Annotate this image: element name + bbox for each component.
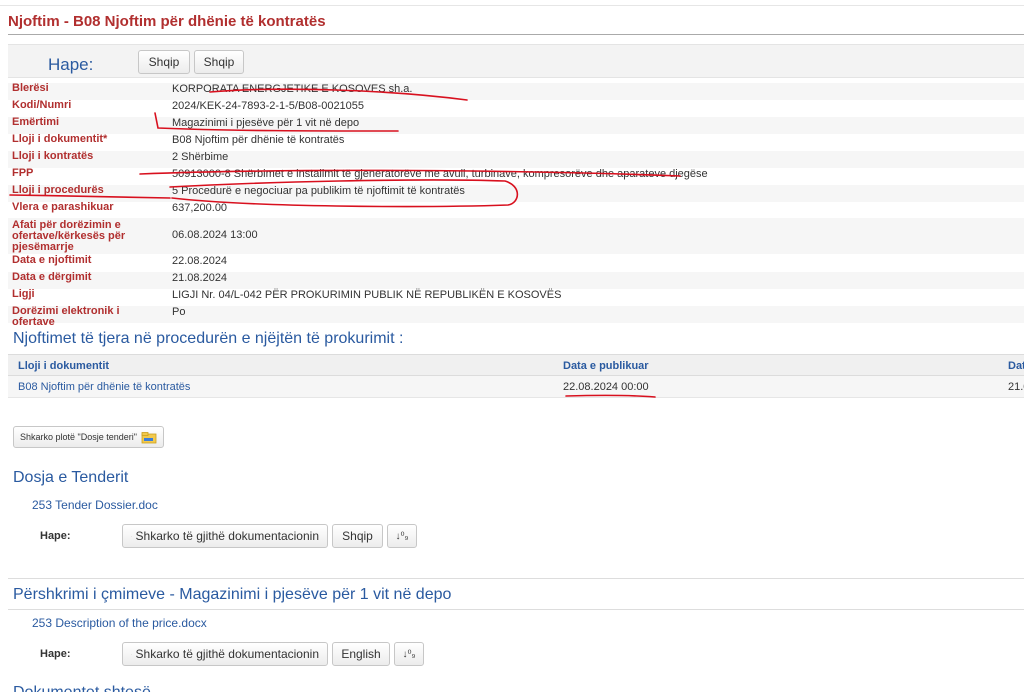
detail-value: 06.08.2024 13:00 bbox=[172, 229, 258, 241]
detail-value: LIGJI Nr. 04/L-042 PËR PROKURIMIN PUBLIK… bbox=[172, 289, 562, 301]
detail-row-deadline: Afati për dorëzimin e ofertave/kërkesës … bbox=[8, 218, 1024, 254]
tender-language-button[interactable]: Shqip bbox=[332, 524, 383, 548]
notice-extra-date: 21.0 bbox=[1008, 381, 1024, 393]
detail-value: Magazinimi i pjesëve për 1 vit në depo bbox=[172, 117, 360, 129]
detail-row-contract-type: Lloji i kontratës 2 Shërbime bbox=[8, 151, 1024, 168]
detail-row-law: Ligji LIGJI Nr. 04/L-042 PËR PROKURIMIN … bbox=[8, 289, 1024, 306]
download-icon bbox=[131, 535, 132, 537]
tender-open-label: Hape: bbox=[40, 530, 71, 542]
additional-documents-heading: Dokumentet shtesë bbox=[13, 684, 151, 692]
other-notices-table-header: Lloji i dokumentit Data e publikuar Dat bbox=[8, 354, 1024, 376]
price-language-button[interactable]: English bbox=[332, 642, 390, 666]
detail-value: KORPORATA ENERGJETIKE E KOSOVES sh.a. bbox=[172, 83, 413, 95]
detail-value: 21.08.2024 bbox=[172, 272, 228, 284]
detail-value: 5 Procedurë e negociuar pa publikim të n… bbox=[172, 185, 465, 197]
price-download-all-button[interactable]: Shkarko të gjithë dokumentacionin bbox=[122, 642, 328, 666]
detail-label: Emërtimi bbox=[12, 116, 60, 128]
download-full-dossier-label: Shkarko plotë "Dosje tenderi" bbox=[20, 432, 137, 442]
notice-published-date: 22.08.2024 00:00 bbox=[563, 381, 649, 393]
open-shqip-button-1[interactable]: Shqip bbox=[138, 50, 190, 74]
tender-dossier-file-link[interactable]: 253 Tender Dossier.doc bbox=[32, 498, 158, 512]
notice-document-link[interactable]: B08 Njoftim për dhënie të kontratës bbox=[18, 381, 190, 393]
open-shqip-button-2[interactable]: Shqip bbox=[194, 50, 244, 74]
detail-label: Afati për dorëzimin e ofertave/kërkesës … bbox=[12, 219, 126, 253]
price-open-label: Hape: bbox=[40, 648, 71, 660]
detail-value: B08 Njoftim për dhënie të kontratës bbox=[172, 134, 345, 146]
detail-label: Kodi/Numri bbox=[12, 99, 72, 111]
detail-label: Ligji bbox=[12, 288, 35, 300]
price-description-heading: Përshkrimi i çmimeve - Magazinimi i pjes… bbox=[13, 586, 452, 603]
download-full-dossier-button[interactable]: Shkarko plotë "Dosje tenderi" bbox=[13, 426, 164, 448]
detail-row-code: Kodi/Numri 2024/KEK-24-7893-2-1-5/B08-00… bbox=[8, 100, 1024, 117]
sort-numeric-icon[interactable]: ↓⁰₉ bbox=[394, 642, 424, 666]
detail-row-notice-date: Data e njoftimit 22.08.2024 bbox=[8, 255, 1024, 272]
detail-value: 22.08.2024 bbox=[172, 255, 228, 267]
detail-value: Po bbox=[172, 306, 186, 318]
detail-row-sent-date: Data e dërgimit 21.08.2024 bbox=[8, 272, 1024, 289]
detail-label: Dorëzimi elektronik i ofertave bbox=[12, 305, 120, 328]
other-notices-heading: Njoftimet të tjera në procedurën e njëjt… bbox=[13, 330, 404, 347]
detail-row-electronic-submission: Dorëzimi elektronik i ofertave Po bbox=[8, 306, 1024, 328]
column-header-document-type[interactable]: Lloji i dokumentit bbox=[18, 360, 109, 372]
detail-label: FPP bbox=[12, 167, 34, 179]
detail-label: Lloji i dokumentit* bbox=[12, 133, 108, 145]
download-icon bbox=[131, 653, 132, 655]
section-divider bbox=[8, 609, 1024, 610]
detail-value: 2 Shërbime bbox=[172, 151, 229, 163]
detail-value: 2024/KEK-24-7893-2-1-5/B08-0021055 bbox=[172, 100, 365, 112]
open-language-bar: Hape: Shqip Shqip bbox=[8, 44, 1024, 78]
page-title: Njoftim - B08 Njoftim për dhënie të kont… bbox=[8, 13, 326, 30]
tender-dossier-heading: Dosja e Tenderit bbox=[13, 469, 129, 486]
detail-label: Data e njoftimit bbox=[12, 254, 92, 266]
title-divider bbox=[8, 34, 1024, 35]
detail-label: Lloji i kontratës bbox=[12, 150, 94, 162]
table-row: B08 Njoftim për dhënie të kontratës 22.0… bbox=[8, 376, 1024, 398]
folder-icon bbox=[141, 431, 157, 443]
detail-value: 637,200.00 bbox=[172, 202, 228, 214]
sort-numeric-icon[interactable]: ↓⁰₉ bbox=[387, 524, 417, 548]
detail-row-name: Emërtimi Magazinimi i pjesëve për 1 vit … bbox=[8, 117, 1024, 134]
detail-row-procedure-type: Lloji i procedurës 5 Procedurë e negociu… bbox=[8, 185, 1024, 202]
detail-label: Blerësi bbox=[12, 82, 49, 94]
detail-label: Vlera e parashikuar bbox=[12, 201, 114, 213]
detail-value: 50913000-8 Shërbimet e instalimit të gje… bbox=[172, 168, 708, 180]
section-divider bbox=[8, 578, 1024, 579]
top-border bbox=[0, 0, 1024, 6]
column-header-date[interactable]: Dat bbox=[1008, 360, 1024, 372]
detail-row-fpp: FPP 50913000-8 Shërbimet e instalimit të… bbox=[8, 168, 1024, 185]
open-label: Hape: bbox=[48, 55, 94, 74]
tender-download-all-label: Shkarko të gjithë dokumentacionin bbox=[135, 529, 319, 543]
tender-download-all-button[interactable]: Shkarko të gjithë dokumentacionin bbox=[122, 524, 328, 548]
detail-label: Lloji i procedurës bbox=[12, 184, 104, 196]
detail-row-estimated-value: Vlera e parashikuar 637,200.00 bbox=[8, 202, 1024, 218]
detail-row-buyer: Blerësi KORPORATA ENERGJETIKE E KOSOVES … bbox=[8, 83, 1024, 100]
detail-label: Data e dërgimit bbox=[12, 271, 92, 283]
price-description-file-link[interactable]: 253 Description of the price.docx bbox=[32, 616, 207, 630]
column-header-published-date[interactable]: Data e publikuar bbox=[563, 360, 649, 372]
detail-row-document-type: Lloji i dokumentit* B08 Njoftim për dhën… bbox=[8, 134, 1024, 151]
price-download-all-label: Shkarko të gjithë dokumentacionin bbox=[135, 647, 319, 661]
